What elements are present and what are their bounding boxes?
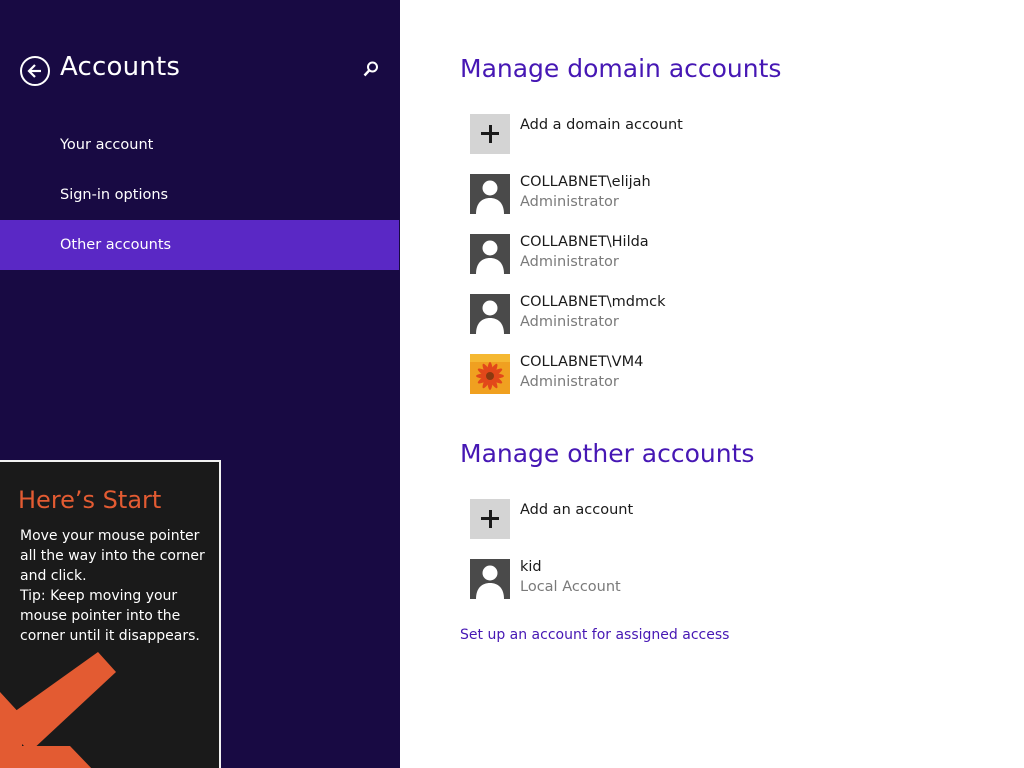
add-account-label: Add an account	[520, 502, 634, 518]
account-row-kid[interactable]: kid Local Account	[470, 559, 970, 601]
tip-body: Move your mouse pointer all the way into…	[20, 526, 210, 646]
account-row-vm4[interactable]: COLLABNET\VM4 Administrator	[470, 354, 970, 396]
account-name: COLLABNET\VM4	[520, 354, 644, 370]
add-account-button[interactable]: Add an account	[470, 499, 970, 541]
account-role: Local Account	[520, 579, 621, 595]
account-row-elijah[interactable]: COLLABNET\elijah Administrator	[470, 174, 970, 216]
other-accounts-heading: Manage other accounts	[460, 439, 755, 468]
account-role: Administrator	[520, 254, 619, 270]
nav-your-account[interactable]: Your account	[0, 120, 399, 170]
user-silhouette-icon	[470, 559, 510, 599]
account-name: kid	[520, 559, 542, 575]
tip-title: Here’s Start	[18, 486, 162, 514]
account-row-hilda[interactable]: COLLABNET\Hilda Administrator	[470, 234, 970, 276]
account-role: Administrator	[520, 194, 619, 210]
tip-line-1: Move your mouse pointer all the way into…	[20, 528, 205, 584]
account-name: COLLABNET\elijah	[520, 174, 651, 190]
nav-sign-in-options[interactable]: Sign-in options	[0, 170, 399, 220]
account-row-mdmck[interactable]: COLLABNET\mdmck Administrator	[470, 294, 970, 336]
account-role: Administrator	[520, 314, 619, 330]
flower-photo	[470, 354, 510, 394]
user-silhouette-icon	[470, 294, 510, 334]
add-domain-account-label: Add a domain account	[520, 117, 683, 133]
account-name: COLLABNET\mdmck	[520, 294, 666, 310]
search-icon[interactable]	[362, 60, 380, 80]
corner-arrow-icon	[0, 652, 130, 768]
back-arrow-icon[interactable]	[20, 56, 50, 86]
user-silhouette-icon	[470, 234, 510, 274]
domain-accounts-heading: Manage domain accounts	[460, 54, 782, 83]
start-tip-panel: Here’s Start Move your mouse pointer all…	[0, 460, 221, 768]
account-role: Administrator	[520, 374, 619, 390]
plus-icon	[470, 499, 510, 539]
assigned-access-link[interactable]: Set up an account for assigned access	[460, 627, 729, 643]
page-title: Accounts	[60, 52, 181, 82]
plus-icon	[470, 114, 510, 154]
add-domain-account-button[interactable]: Add a domain account	[470, 114, 970, 156]
nav-other-accounts[interactable]: Other accounts	[0, 220, 399, 270]
tip-line-2: Tip: Keep moving your mouse pointer into…	[20, 588, 200, 644]
account-name: COLLABNET\Hilda	[520, 234, 649, 250]
user-silhouette-icon	[470, 174, 510, 214]
